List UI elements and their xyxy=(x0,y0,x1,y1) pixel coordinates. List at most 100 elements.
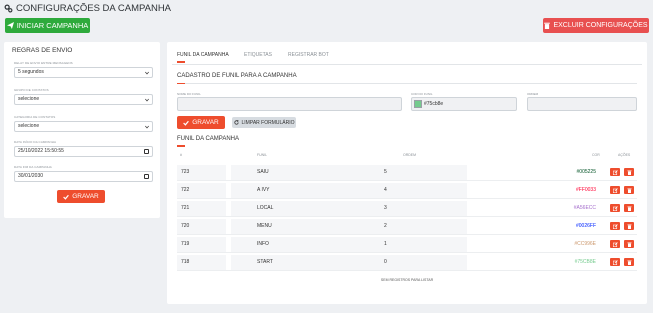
trash-icon xyxy=(544,22,551,29)
form-title-accent xyxy=(177,82,185,84)
edit-button[interactable] xyxy=(610,186,620,194)
row-order: 3 xyxy=(384,205,387,211)
save-rules-button[interactable]: GRAVAR xyxy=(57,190,105,203)
trash-icon xyxy=(627,242,631,247)
delete-button[interactable] xyxy=(624,168,634,176)
funnel-color-input[interactable]: #75cb8e xyxy=(411,97,517,111)
send-rules-heading: REGRAS DE ENVIO xyxy=(12,47,73,54)
active-tab-indicator xyxy=(177,61,185,63)
end-date-label: DATA FIM DA CAMPANHA xyxy=(14,165,52,169)
row-id: 718 xyxy=(181,259,190,265)
start-date-input[interactable]: 25/10/2022 15:50:55 xyxy=(14,146,153,157)
column-header-color: COR xyxy=(592,153,600,157)
clear-form-button[interactable]: LIMPAR FORMULÁRIO xyxy=(232,117,296,128)
delete-button[interactable] xyxy=(624,222,634,230)
trash-icon xyxy=(627,224,631,229)
row-divider xyxy=(177,216,637,217)
send-icon xyxy=(6,22,14,29)
edit-icon xyxy=(612,259,618,265)
start-date-label: DATA INÍCIO DA CAMPANHA xyxy=(14,140,57,144)
page-title-text: CONFIGURAÇÕES DA CAMPANHA xyxy=(16,3,172,14)
trash-icon xyxy=(627,260,631,265)
calendar-icon[interactable] xyxy=(144,174,149,179)
row-divider xyxy=(177,180,637,181)
row-divider xyxy=(177,234,637,235)
chevron-down-icon xyxy=(145,71,149,75)
row-order: 0 xyxy=(384,259,387,265)
edit-button[interactable] xyxy=(610,240,620,248)
calendar-icon[interactable] xyxy=(144,149,149,154)
edit-icon xyxy=(612,223,618,229)
row-color: #CC996E xyxy=(574,241,596,247)
end-date-input[interactable]: 30/01/2030 xyxy=(14,171,153,182)
row-color: #005225 xyxy=(576,169,596,175)
group-label: GRUPO DE CONTATOS xyxy=(14,88,49,92)
row-divider xyxy=(177,270,637,271)
column-header-actions: AÇÕES xyxy=(618,153,631,157)
row-funnel-name: A IVY xyxy=(257,187,270,193)
row-color: #FF0033 xyxy=(575,187,596,193)
table-row: 720 MENU 2 #0026FF xyxy=(177,218,637,235)
category-select[interactable]: selecione xyxy=(14,121,153,132)
group-select[interactable]: selecione xyxy=(14,94,153,105)
row-funnel-name: LOCAL xyxy=(257,205,274,211)
row-order: 2 xyxy=(384,223,387,229)
row-color: #75CB8E xyxy=(574,259,596,265)
gears-icon xyxy=(4,4,13,13)
color-swatch[interactable] xyxy=(414,100,422,108)
row-divider xyxy=(177,252,637,253)
save-funnel-button[interactable]: GRAVAR xyxy=(177,116,225,129)
funnel-color-label: COR DO FUNIL xyxy=(411,92,433,96)
row-color: #0026FF xyxy=(575,223,596,229)
column-header-funnel: FUNIL xyxy=(257,153,268,157)
funnel-name-input[interactable] xyxy=(177,97,402,111)
funnel-order-input[interactable] xyxy=(527,97,637,111)
row-order: 1 xyxy=(384,241,387,247)
start-campaign-button[interactable]: INICIAR CAMPANHA xyxy=(5,18,90,33)
row-divider xyxy=(177,198,637,199)
category-label: CATEGORIA DE CONTATOS xyxy=(14,115,56,119)
delete-button[interactable] xyxy=(624,204,634,212)
delay-select[interactable]: 5 segundos xyxy=(14,67,153,78)
trash-icon xyxy=(627,206,631,211)
table-row: 721 LOCAL 3 #A56ECC xyxy=(177,200,637,217)
tab-funnel[interactable]: FUNIL DA CAMPANHA xyxy=(177,52,229,58)
row-id: 721 xyxy=(181,205,190,211)
delete-button[interactable] xyxy=(624,186,634,194)
trash-icon xyxy=(627,170,631,175)
edit-icon xyxy=(612,205,618,211)
form-title-divider xyxy=(177,83,637,84)
check-icon xyxy=(183,120,190,126)
row-id: 722 xyxy=(181,187,190,193)
row-funnel-name: START xyxy=(257,259,273,265)
delete-button[interactable] xyxy=(624,258,634,266)
chevron-down-icon xyxy=(145,125,149,129)
table-title-accent xyxy=(177,145,185,147)
row-funnel-name: SAIU xyxy=(257,169,269,175)
check-icon xyxy=(63,194,70,200)
table-row: 718 START 0 #75CB8E xyxy=(177,254,637,271)
edit-button[interactable] xyxy=(610,222,620,230)
tab-tags[interactable]: ETIQUETAS xyxy=(244,52,272,58)
edit-button[interactable] xyxy=(610,168,620,176)
empty-message: SEM REGISTROS PARA LISTAR xyxy=(380,278,434,282)
row-order: 5 xyxy=(384,169,387,175)
row-funnel-name: MENU xyxy=(257,223,272,229)
table-row: 723 SAIU 5 #005225 xyxy=(177,164,637,181)
edit-button[interactable] xyxy=(610,204,620,212)
tab-register-bot[interactable]: REGISTRAR BOT xyxy=(288,52,329,58)
tabs-divider xyxy=(172,64,642,65)
funnel-name-label: NOME DO FUNIL xyxy=(177,92,201,96)
table-row: 722 A IVY 4 #FF0033 xyxy=(177,182,637,199)
row-order: 4 xyxy=(384,187,387,193)
edit-button[interactable] xyxy=(610,258,620,266)
delete-settings-button[interactable]: EXCLUIR CONFIGURAÇÕES xyxy=(543,18,649,33)
delete-button[interactable] xyxy=(624,240,634,248)
funnel-order-label: ORDEM xyxy=(527,92,539,96)
edit-icon xyxy=(612,187,618,193)
edit-icon xyxy=(612,241,618,247)
trash-icon xyxy=(627,188,631,193)
page-title: CONFIGURAÇÕES DA CAMPANHA xyxy=(4,3,171,14)
table-title: FUNIL DA CAMPANHA xyxy=(177,136,240,142)
refresh-icon xyxy=(233,120,239,125)
